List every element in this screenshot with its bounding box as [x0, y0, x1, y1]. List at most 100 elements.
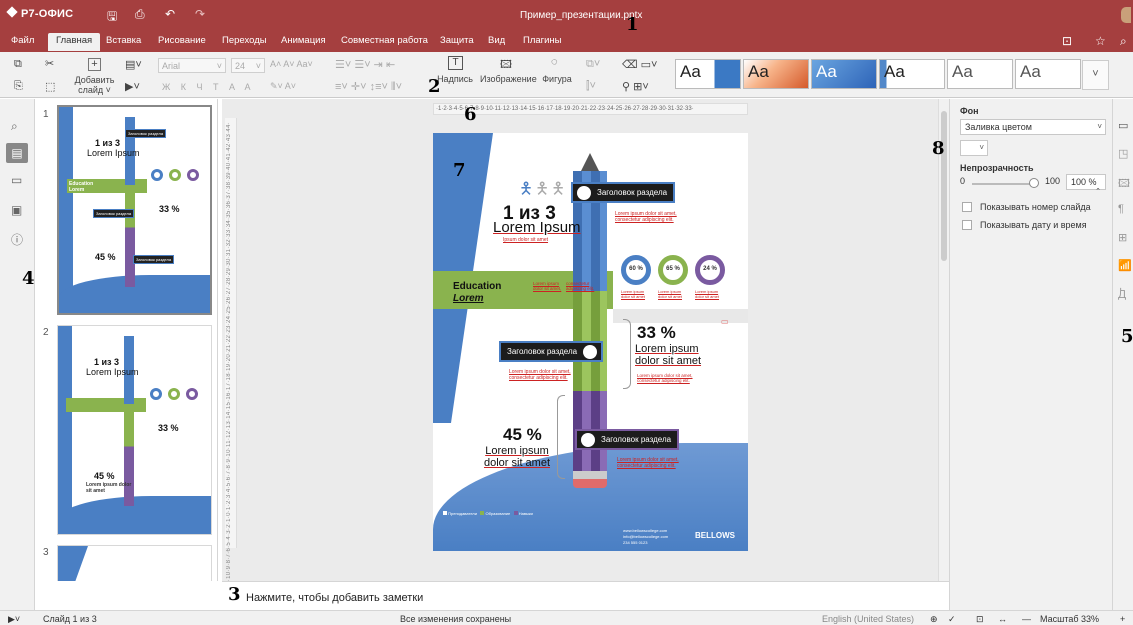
- text-box-icon[interactable]: T: [448, 56, 463, 70]
- tab-transitions[interactable]: Переходы: [222, 35, 267, 46]
- fill-color-picker[interactable]: ˅: [960, 140, 988, 156]
- bracket-2: [557, 395, 565, 479]
- contacts: www.bellowscollege.com info@bellowscolleg…: [623, 528, 669, 545]
- arrange-icon[interactable]: ⧉˅: [586, 58, 600, 71]
- annotation-4: 4: [22, 268, 35, 289]
- textart-icon[interactable]: Ꚁ: [1118, 287, 1126, 302]
- add-slide-button[interactable]: Добавить слайд ˅: [72, 75, 117, 95]
- opacity-label: Непрозрачность: [960, 163, 1034, 173]
- themes-more-button[interactable]: ˅: [1082, 60, 1109, 90]
- clear-style-icon[interactable]: ⌫ ▭˅: [622, 58, 657, 71]
- theme-4[interactable]: Aa: [879, 59, 945, 89]
- redo-icon[interactable]: ↷: [195, 7, 205, 21]
- theme-6[interactable]: Aa: [1015, 59, 1081, 89]
- shape-settings-icon[interactable]: ◳: [1118, 147, 1128, 160]
- avatar[interactable]: [1121, 7, 1131, 23]
- chat-icon[interactable]: ▣: [11, 203, 22, 217]
- add-slide-icon[interactable]: +: [88, 58, 101, 71]
- horizontal-ruler[interactable]: ·1·2·3·4·5·6·7·8·9·10·11·12·13·14·15·16·…: [433, 103, 748, 115]
- section-1-text: Lorem ipsum dolor sit amet, consectetur …: [615, 211, 677, 223]
- chart-settings-icon[interactable]: 📶: [1118, 259, 1132, 272]
- globe-icon[interactable]: ⊕: [930, 614, 938, 625]
- cut-icon[interactable]: ✂: [45, 57, 54, 70]
- tab-home[interactable]: Главная: [48, 33, 101, 51]
- align-icon[interactable]: ≡˅ ✛˅ ↕≡˅ ⫴˅: [335, 80, 402, 94]
- paste-icon[interactable]: ⎘: [14, 80, 23, 93]
- insert-shape-button[interactable]: Фигура: [540, 74, 574, 84]
- tab-view[interactable]: Вид: [488, 35, 505, 46]
- layout-icon[interactable]: ▤˅: [125, 58, 142, 71]
- bullets-icon[interactable]: ☰˅ ☰˅ ⇥ ⇤: [335, 58, 395, 71]
- section-header-1: Заголовок раздела: [571, 182, 676, 203]
- search-icon[interactable]: ⌕: [1120, 34, 1127, 49]
- zoom-level[interactable]: Масштаб 33%: [1040, 614, 1099, 624]
- search-icon[interactable]: ⌕: [11, 119, 18, 134]
- font-name-select[interactable]: Arial ˅: [158, 58, 226, 73]
- slide-thumbnail-2[interactable]: 1 из 3 Lorem Ipsum 33 % 45 % Lorem ipsum…: [57, 325, 212, 535]
- slides-icon[interactable]: ▤: [6, 143, 28, 163]
- align-objects-icon[interactable]: ⫿˅: [586, 80, 596, 93]
- language-select[interactable]: English (United States): [822, 614, 914, 624]
- notes-placeholder[interactable]: Нажмите, чтобы добавить заметки: [246, 592, 423, 604]
- fit-width-icon[interactable]: ↔: [998, 614, 1007, 624]
- open-location-icon[interactable]: ⊡: [1062, 34, 1072, 48]
- scrollbar-thumb[interactable]: [941, 111, 947, 261]
- thumb-header-2: Заголовок раздела: [93, 209, 135, 218]
- shape-icon[interactable]: ◌: [551, 56, 558, 68]
- vertical-ruler[interactable]: ·14·13·12·11·10·9·8·7·6·5·4·3·2·1·0·1·2·…: [225, 118, 237, 619]
- save-icon[interactable]: 🖫: [107, 7, 117, 28]
- tab-plugins[interactable]: Плагины: [523, 35, 562, 46]
- undo-icon[interactable]: ↶: [165, 7, 175, 21]
- copy-style-icon[interactable]: ⚲ ⊞˅: [622, 80, 649, 93]
- slide-thumbnail-3[interactable]: [57, 545, 212, 581]
- insert-caption-button[interactable]: Надпись: [436, 74, 474, 84]
- theme-3[interactable]: Aa: [811, 59, 877, 89]
- table-settings-icon[interactable]: ⊞: [1118, 231, 1127, 244]
- tab-draw[interactable]: Рисование: [158, 35, 206, 46]
- theme-2[interactable]: Aa: [743, 59, 809, 89]
- slide-thumbnail-1[interactable]: 1 из 3 Lorem Ipsum Education Lorem 33 % 4…: [57, 105, 212, 315]
- star-icon[interactable]: ☆: [1095, 34, 1106, 48]
- font-size-select[interactable]: 24 ˅: [231, 58, 265, 73]
- section-2-text: Lorem ipsum dolor sit amet, consectetur …: [509, 369, 571, 381]
- notes-panel[interactable]: Нажмите, чтобы добавить заметки: [222, 581, 949, 610]
- tab-protection[interactable]: Защита: [440, 35, 474, 46]
- font-grow-icon[interactable]: A˄ A˅ Aa˅: [270, 59, 313, 69]
- theme-5[interactable]: Aa: [947, 59, 1013, 89]
- show-datetime-checkbox[interactable]: [962, 220, 972, 230]
- print-icon[interactable]: ⎙: [135, 7, 145, 22]
- slideshow-start-icon[interactable]: ▶˅: [8, 614, 20, 625]
- tab-animation[interactable]: Анимация: [281, 35, 326, 46]
- spellcheck-icon[interactable]: ✓: [948, 614, 956, 625]
- show-slide-number-checkbox[interactable]: [962, 202, 972, 212]
- opacity-slider[interactable]: [972, 183, 1034, 185]
- theme-1[interactable]: Aa: [675, 59, 741, 89]
- tab-file[interactable]: Файл: [11, 35, 34, 46]
- comment-icon[interactable]: ▭: [721, 317, 729, 326]
- fill-type-select[interactable]: Заливка цветом ˅: [960, 119, 1106, 135]
- opacity-input[interactable]: 100 % ⌃: [1066, 174, 1106, 195]
- tab-insert[interactable]: Вставка: [106, 35, 141, 46]
- comments-icon[interactable]: ▭: [11, 173, 22, 187]
- canvas-scrollbar[interactable]: [938, 99, 949, 581]
- slide-settings-icon[interactable]: ▭: [1118, 119, 1128, 132]
- font-format-buttons[interactable]: Ж К Ч Т A A: [162, 82, 255, 92]
- highlight-color-icon[interactable]: ✎˅ A˅: [270, 81, 296, 92]
- thumb-donut-1: [151, 169, 163, 181]
- fit-slide-icon[interactable]: ⊡: [976, 614, 984, 625]
- tab-collaboration[interactable]: Совместная работа: [341, 35, 428, 46]
- info-icon[interactable]: ⓘ: [11, 231, 23, 248]
- opacity-slider-handle[interactable]: [1029, 178, 1039, 188]
- thumbnail-number: 2: [43, 327, 49, 338]
- insert-image-button[interactable]: Изображение: [480, 74, 537, 84]
- select-all-icon[interactable]: ⬚: [45, 80, 55, 93]
- copy-icon[interactable]: ⧉: [14, 58, 22, 71]
- zoom-out-icon[interactable]: —: [1022, 614, 1031, 624]
- thumb-pct1: 33 %: [159, 204, 180, 214]
- image-settings-icon[interactable]: 🖾: [1118, 175, 1130, 194]
- zoom-in-icon[interactable]: +: [1120, 614, 1125, 624]
- paragraph-icon[interactable]: ¶: [1118, 203, 1124, 215]
- image-icon[interactable]: 🖾: [500, 56, 512, 75]
- slideshow-icon[interactable]: ▶˅: [125, 80, 140, 93]
- current-slide[interactable]: 🯅🯅🯅 1 из 3 Lorem Ipsum Ipsum dolor sit a…: [433, 133, 748, 551]
